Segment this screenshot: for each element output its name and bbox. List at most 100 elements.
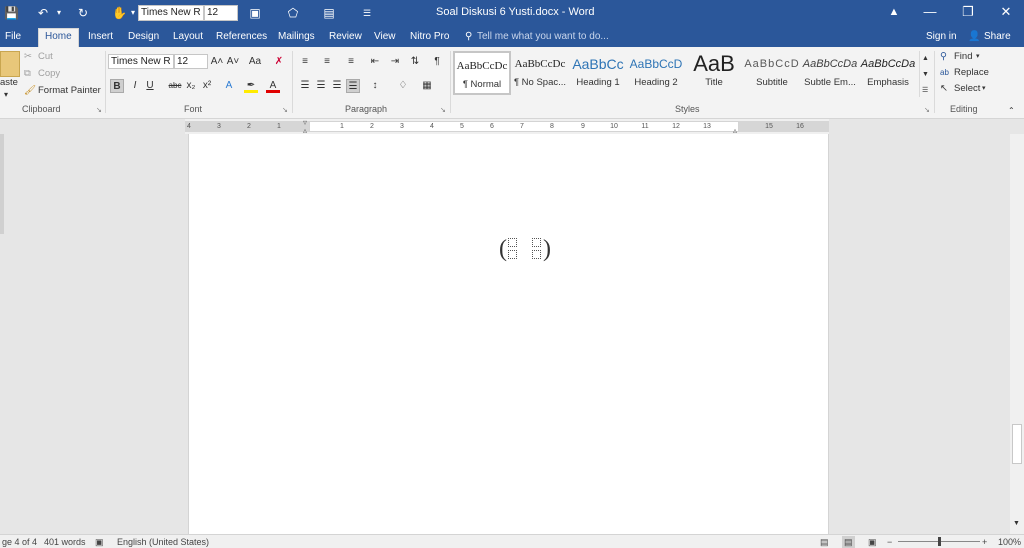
qat-font-size[interactable]: 12 [204, 5, 238, 21]
bullets-icon[interactable]: ≡ [298, 55, 312, 69]
shapes-icon[interactable]: ⬠ [286, 6, 300, 20]
style-subtitle[interactable]: AaBbCcD Subtitle [743, 51, 801, 95]
style-heading-1[interactable]: AaBbCc Heading 1 [569, 51, 627, 95]
copy-button[interactable]: Copy [38, 68, 60, 80]
word-count[interactable]: 401 words [44, 536, 86, 548]
font-launcher-icon[interactable]: ↘ [282, 105, 288, 117]
bold-button[interactable]: B [110, 79, 124, 93]
minimize-icon[interactable]: — [922, 4, 938, 20]
clipboard-launcher-icon[interactable]: ↘ [96, 105, 102, 117]
tab-file[interactable]: File [5, 30, 21, 44]
qat-font-name[interactable]: Times New R [138, 5, 204, 21]
redo-icon[interactable]: ↻ [76, 6, 90, 20]
web-layout-icon[interactable]: ▣ [868, 536, 877, 548]
customize-qat-icon[interactable]: ☰ [360, 6, 374, 20]
close-icon[interactable]: ✕ [998, 4, 1014, 20]
superscript-button[interactable]: x² [200, 79, 214, 93]
subscript-button[interactable]: x₂ [184, 79, 198, 93]
multilevel-list-icon[interactable]: ≡ [344, 55, 358, 69]
show-formatting-icon[interactable]: ¶ [430, 55, 444, 69]
chevron-up-icon[interactable]: ▲ [922, 53, 929, 65]
tab-references[interactable]: References [216, 30, 267, 44]
shrink-font-icon[interactable]: A˅ [226, 55, 240, 69]
justify-icon[interactable]: ☰ [346, 79, 360, 93]
font-name-box[interactable]: Times New R [108, 54, 174, 69]
paragraph-launcher-icon[interactable]: ↘ [440, 105, 446, 117]
tell-me-box[interactable]: Tell me what you want to do... [477, 30, 609, 44]
shading-icon[interactable]: ♢ [396, 79, 410, 93]
language[interactable]: English (United States) [117, 536, 209, 548]
tab-home[interactable]: Home [38, 28, 79, 47]
clear-formatting-icon[interactable]: ✗ [272, 55, 286, 69]
style-emphasis[interactable]: AaBbCcDa Emphasis [859, 51, 917, 95]
sort-icon[interactable]: ⇅ [408, 55, 422, 69]
italic-button[interactable]: I [128, 79, 142, 93]
tab-mailings[interactable]: Mailings [278, 30, 315, 44]
strikethrough-button[interactable]: abc [166, 79, 184, 93]
style-no-spacing[interactable]: AaBbCcDc ¶ No Spac... [511, 51, 569, 95]
tab-layout[interactable]: Layout [173, 30, 203, 44]
ribbon-display-icon[interactable]: ▲ [886, 4, 902, 20]
select-dropdown-icon[interactable]: ▾ [982, 83, 986, 95]
zoom-slider-thumb[interactable] [938, 537, 941, 546]
tab-insert[interactable]: Insert [88, 30, 113, 44]
scroll-down-icon[interactable]: ▼ [1013, 518, 1020, 530]
style-subtle-emphasis[interactable]: AaBbCcDa Subtle Em... [801, 51, 859, 95]
zoom-out-icon[interactable]: − [887, 536, 892, 548]
matrix-placeholder[interactable] [508, 250, 517, 259]
borders-icon[interactable]: ▦ [420, 79, 434, 93]
copy-icon[interactable]: ⧉ [24, 68, 31, 80]
format-painter-icon[interactable]: 🖌 [24, 85, 36, 97]
change-case-icon[interactable]: Aa [246, 55, 264, 69]
text-effects-icon[interactable]: A [222, 79, 236, 93]
undo-icon[interactable]: ↶ [36, 6, 50, 20]
zoom-level[interactable]: 100% [998, 536, 1021, 548]
more-styles-icon[interactable]: ☰ [922, 85, 928, 97]
tab-nitro-pro[interactable]: Nitro Pro [410, 30, 449, 44]
matrix-placeholder[interactable] [508, 238, 517, 247]
scrollbar-thumb[interactable] [1012, 424, 1022, 464]
document-page[interactable]: ( ) [188, 134, 829, 534]
tab-review[interactable]: Review [329, 30, 362, 44]
find-button[interactable]: Find [954, 51, 972, 63]
format-painter-button[interactable]: Format Painter [38, 85, 101, 97]
vertical-scrollbar[interactable]: ▼ [1010, 134, 1024, 534]
restore-icon[interactable]: ❐ [960, 4, 976, 20]
align-right-icon[interactable]: ☰ [330, 79, 344, 93]
proofing-icon[interactable]: ▣ [95, 536, 104, 548]
paste-button[interactable]: aste [0, 77, 18, 89]
cut-button[interactable]: Cut [38, 51, 53, 63]
grow-font-icon[interactable]: A˄ [210, 55, 224, 69]
cut-icon[interactable]: ✂ [24, 51, 32, 63]
find-icon[interactable]: ⚲ [940, 51, 947, 63]
select-icon[interactable]: ↖ [940, 83, 948, 95]
style-title[interactable]: AaB Title [685, 51, 743, 95]
chevron-down-icon[interactable]: ▼ [922, 69, 929, 81]
style-normal[interactable]: AaBbCcDc ¶ Normal [453, 51, 511, 95]
increase-indent-icon[interactable]: ⇥ [388, 55, 402, 69]
font-size-box[interactable]: 12 [174, 54, 208, 69]
underline-button[interactable]: U [143, 79, 157, 93]
equation[interactable]: ( ) [497, 235, 553, 265]
share-button[interactable]: Share [984, 30, 1011, 44]
paste-dropdown-icon[interactable]: ▾ [4, 89, 8, 101]
find-dropdown-icon[interactable]: ▾ [976, 51, 980, 63]
replace-button[interactable]: Replace [954, 67, 989, 79]
print-layout-icon[interactable]: ▤ [842, 536, 855, 548]
matrix-placeholder[interactable] [532, 250, 541, 259]
save-icon[interactable]: 💾 [4, 6, 19, 20]
tab-design[interactable]: Design [128, 30, 159, 44]
undo-dropdown-icon[interactable]: ▾ [52, 6, 66, 20]
styles-launcher-icon[interactable]: ↘ [924, 105, 930, 117]
font-color-icon[interactable]: A [266, 79, 280, 93]
select-button[interactable]: Select [954, 83, 980, 95]
highlight-icon[interactable]: ✒ [244, 79, 258, 93]
numbering-icon[interactable]: ≡ [320, 55, 334, 69]
zoom-in-icon[interactable]: + [982, 536, 987, 548]
replace-icon[interactable]: ab [940, 67, 949, 79]
tab-view[interactable]: View [374, 30, 396, 44]
print-preview-icon[interactable]: ▤ [322, 6, 336, 20]
collapse-ribbon-icon[interactable]: ⌃ [1008, 105, 1015, 117]
styles-scroll[interactable]: ▲ ▼ ☰ [919, 51, 931, 97]
line-spacing-icon[interactable]: ↕ [368, 79, 382, 93]
